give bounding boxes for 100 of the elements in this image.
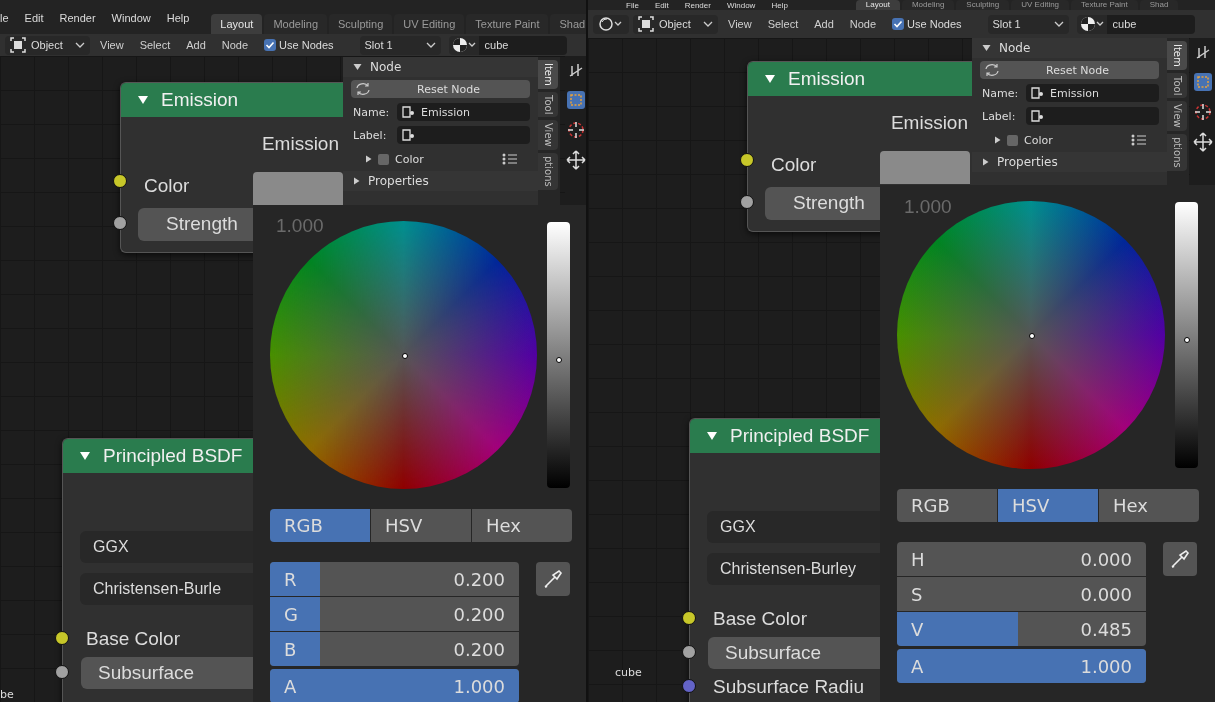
- header-menu[interactable]: Select: [133, 39, 177, 51]
- use-nodes-checkbox[interactable]: Use Nodes: [892, 18, 962, 30]
- menu-item[interactable]: Help: [763, 0, 796, 10]
- workspace-tab[interactable]: Layout: [855, 0, 900, 10]
- color-value-slider[interactable]: B 0.200: [270, 632, 519, 666]
- expand-triangle-icon[interactable]: [365, 155, 372, 163]
- mode-dropdown[interactable]: Object: [633, 14, 718, 34]
- header-menu[interactable]: View: [722, 18, 758, 30]
- workspace-tab[interactable]: Modeling: [264, 14, 328, 34]
- sidebar-tab[interactable]: Item: [538, 60, 558, 89]
- sidebar-tab[interactable]: Tool: [1167, 72, 1187, 99]
- header-menu[interactable]: Add: [808, 18, 840, 30]
- input-socket[interactable]: [113, 174, 127, 188]
- header-menu[interactable]: View: [94, 39, 130, 51]
- input-socket[interactable]: [682, 645, 696, 659]
- menu-item[interactable]: Edit: [646, 0, 677, 10]
- mode-dropdown[interactable]: Object: [5, 35, 90, 55]
- slot-dropdown[interactable]: Slot 1: [987, 14, 1069, 34]
- panel-header[interactable]: Node: [972, 38, 1167, 58]
- subsurface-method-dropdown[interactable]: Christensen-Burle: [80, 573, 253, 605]
- menu-item[interactable]: Window: [718, 0, 764, 10]
- select-icon[interactable]: [1192, 72, 1213, 92]
- cursor-icon[interactable]: [1192, 102, 1213, 122]
- material-name-field[interactable]: cube: [1106, 14, 1195, 34]
- value-slider[interactable]: [1175, 202, 1198, 468]
- workspace-tab[interactable]: Modeling: [901, 0, 955, 10]
- input-field[interactable]: Subsurface: [81, 657, 254, 689]
- name-field[interactable]: Emission: [1026, 84, 1159, 102]
- color-swatch[interactable]: [253, 172, 343, 205]
- workspace-tab[interactable]: Layout: [211, 14, 263, 34]
- title-bar[interactable]: Principled BSDF: [63, 439, 253, 473]
- slot-dropdown[interactable]: Slot 1: [359, 35, 441, 55]
- workspace-tab[interactable]: Shad: [1139, 0, 1179, 10]
- list-icon[interactable]: [1131, 134, 1147, 146]
- input-socket[interactable]: [682, 611, 696, 625]
- subpanel-title[interactable]: Color: [1024, 133, 1125, 147]
- input-socket[interactable]: [740, 153, 754, 167]
- principled-bsdf-node[interactable]: Principled BSDF GGX Christensen-Burley Base Color Subsurface Subsurface Radiu: [689, 418, 880, 702]
- workspace-tab[interactable]: Texture Paint: [466, 14, 549, 34]
- name-field[interactable]: Emission: [397, 103, 530, 121]
- distribution-dropdown[interactable]: GGX: [707, 511, 880, 543]
- header-menu[interactable]: Node: [215, 39, 255, 51]
- title-bar[interactable]: Emission: [748, 62, 972, 96]
- reset-node-button[interactable]: Reset Node: [351, 80, 530, 98]
- sidebar-tab[interactable]: View: [538, 120, 558, 150]
- sidebar-tab[interactable]: Item: [1167, 41, 1187, 70]
- header-menu[interactable]: Select: [761, 18, 805, 30]
- collapse-triangle-icon[interactable]: [137, 95, 149, 105]
- menu-item[interactable]: File: [618, 0, 647, 10]
- color-value-slider[interactable]: S 0.000: [897, 577, 1146, 611]
- color-checkbox[interactable]: [1007, 134, 1018, 146]
- move-icon[interactable]: [1192, 132, 1213, 152]
- header-menu[interactable]: Node: [843, 18, 883, 30]
- sidebar-tab[interactable]: ptions: [538, 152, 558, 190]
- menu-item[interactable]: Edit: [16, 12, 52, 24]
- color-value-slider[interactable]: A 1.000: [897, 649, 1146, 683]
- label-field[interactable]: [397, 126, 530, 144]
- color-value-slider[interactable]: R 0.200: [270, 562, 519, 596]
- list-icon[interactable]: [502, 153, 518, 165]
- distribution-dropdown[interactable]: GGX: [80, 531, 253, 563]
- value-slider[interactable]: [547, 222, 570, 488]
- menu-item[interactable]: Window: [103, 12, 159, 24]
- input-socket[interactable]: [682, 679, 696, 693]
- input-socket[interactable]: [740, 195, 754, 209]
- workspace-tab[interactable]: Texture Paint: [1071, 0, 1138, 10]
- color-mode-tab[interactable]: RGB: [270, 509, 370, 542]
- eyedropper-button[interactable]: [536, 562, 570, 596]
- select-icon[interactable]: [565, 90, 586, 110]
- material-browse-button[interactable]: [448, 35, 479, 55]
- workspace-tab[interactable]: Shad: [550, 14, 586, 34]
- editor-type-dropdown[interactable]: [593, 14, 629, 34]
- panel-header[interactable]: Properties: [343, 171, 538, 191]
- workspace-tab[interactable]: Sculpting: [956, 0, 1010, 10]
- sidebar-tab[interactable]: Tool: [538, 91, 558, 118]
- panel-header[interactable]: Node: [343, 57, 538, 77]
- color-swatch[interactable]: [880, 151, 970, 184]
- collapse-triangle-icon[interactable]: [706, 431, 718, 441]
- collapse-triangle-icon[interactable]: [764, 74, 776, 84]
- move-icon[interactable]: [565, 150, 586, 170]
- collapse-triangle-icon[interactable]: [79, 451, 91, 461]
- color-value-slider[interactable]: A 1.000: [270, 669, 519, 702]
- subpanel-title[interactable]: Color: [395, 152, 496, 166]
- reset-node-button[interactable]: Reset Node: [980, 61, 1159, 79]
- input-socket[interactable]: [55, 631, 69, 645]
- menu-item[interactable]: Render: [676, 0, 719, 10]
- sidebar-tab[interactable]: ptions: [1167, 133, 1187, 171]
- material-browse-button[interactable]: [1076, 14, 1107, 34]
- label-field[interactable]: [1026, 107, 1159, 125]
- title-bar[interactable]: Emission: [121, 83, 343, 117]
- workspace-tab[interactable]: UV Editing: [1011, 0, 1070, 10]
- header-menu[interactable]: Add: [180, 39, 212, 51]
- menu-item[interactable]: Help: [158, 12, 198, 24]
- color-mode-tab[interactable]: RGB: [897, 489, 997, 522]
- color-mode-tab[interactable]: HSV: [998, 489, 1098, 522]
- title-bar[interactable]: Principled BSDF: [690, 419, 880, 453]
- menu-item[interactable]: Render: [51, 12, 104, 24]
- input-field[interactable]: Subsurface: [708, 637, 881, 669]
- color-mode-tab[interactable]: Hex: [472, 509, 572, 542]
- sidebar-tab[interactable]: View: [1167, 101, 1187, 131]
- eyedropper-button[interactable]: [1163, 542, 1197, 576]
